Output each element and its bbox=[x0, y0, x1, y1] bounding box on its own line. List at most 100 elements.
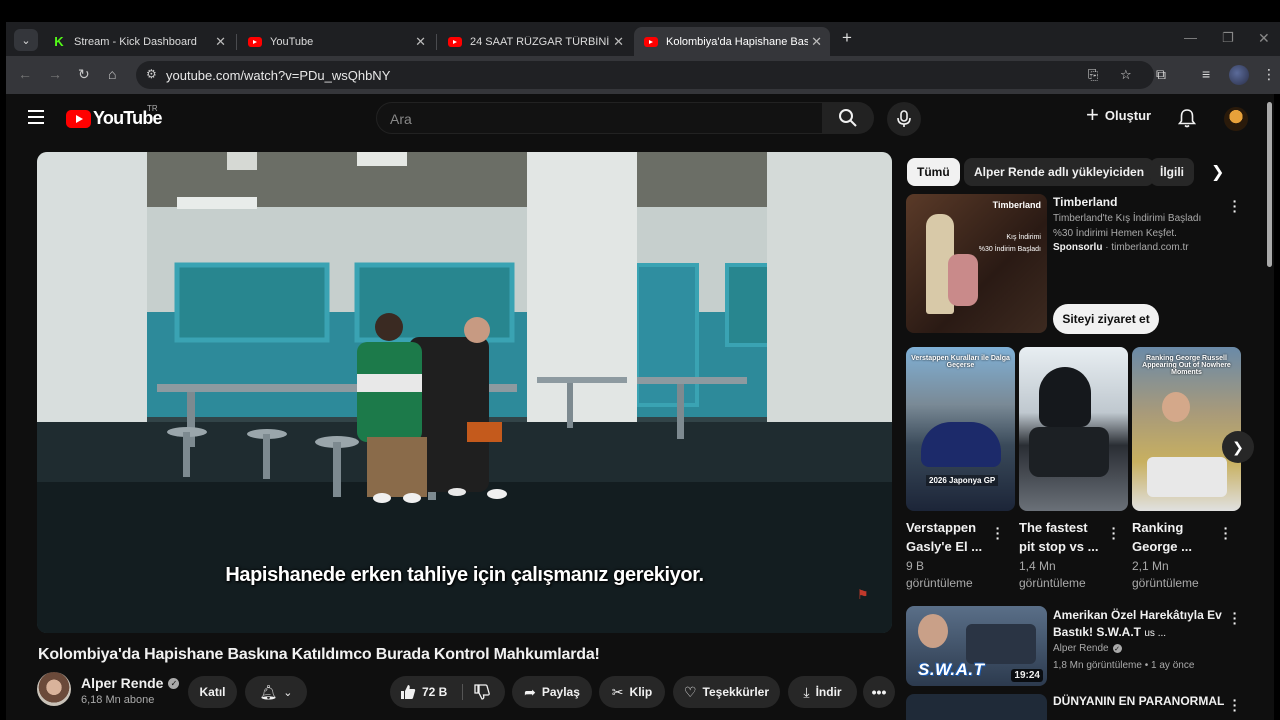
video-duration: 19:24 bbox=[1011, 669, 1043, 682]
channel-name-text: Alper Rende bbox=[81, 675, 164, 691]
chip-label: Alper Rende adlı yükleyiciden bbox=[974, 165, 1145, 179]
short-thumbnail[interactable] bbox=[1019, 347, 1128, 511]
like-button[interactable]: 72 B bbox=[400, 676, 447, 708]
voice-search-button[interactable] bbox=[887, 102, 921, 136]
search-icon bbox=[839, 109, 857, 127]
bookmark-star-icon[interactable]: ☆ bbox=[1120, 67, 1132, 83]
download-button[interactable]: ⤓ İndir bbox=[788, 676, 857, 708]
site-info-icon[interactable]: ⚙ bbox=[146, 67, 157, 81]
more-vertical-icon[interactable]: · · · bbox=[995, 521, 1001, 545]
short-title[interactable]: The fastest pit stop vs ... bbox=[1019, 518, 1099, 556]
video-frame bbox=[37, 152, 892, 633]
back-icon[interactable]: ← bbox=[18, 66, 32, 82]
short-caption: Ranking George Russell Appearing Out of … bbox=[1142, 355, 1231, 376]
chip-label: Tümü bbox=[917, 165, 950, 179]
bell-icon bbox=[1177, 109, 1197, 128]
close-icon[interactable]: ✕ bbox=[415, 34, 426, 50]
url-text: youtube.com/watch?v=PDu_wsQhbNY bbox=[166, 68, 391, 83]
related-video-title[interactable]: DÜNYANIN EN PARANORMAL bbox=[1053, 694, 1224, 708]
scissors-icon: ✂ bbox=[611, 683, 624, 700]
kick-icon: K bbox=[52, 34, 66, 49]
tab-kick-dashboard[interactable]: K Stream - Kick Dashboard ✕ bbox=[42, 27, 234, 56]
verified-icon: ✓ bbox=[1112, 644, 1122, 653]
ad-thumbnail[interactable]: Timberland Kış İndirimi %30 İndirim Başl… bbox=[906, 194, 1047, 333]
media-control-icon[interactable]: ≡ bbox=[1202, 66, 1210, 82]
channel-avatar[interactable] bbox=[37, 672, 71, 706]
helmet-shape bbox=[1039, 367, 1091, 427]
short-title[interactable]: Verstappen Gasly'e El ... bbox=[906, 518, 986, 556]
more-actions-button[interactable]: ••• bbox=[863, 676, 895, 708]
account-avatar[interactable] bbox=[1224, 107, 1248, 131]
video-thumbnail[interactable] bbox=[906, 694, 1047, 720]
short-title[interactable]: Ranking George ... bbox=[1132, 518, 1212, 556]
notifications-button[interactable] bbox=[1177, 108, 1197, 133]
related-video-title[interactable]: Amerikan Özel Harekâtıyla Ev Bastık! S.W… bbox=[1053, 607, 1223, 642]
join-label: Katıl bbox=[199, 685, 226, 699]
profile-avatar[interactable] bbox=[1229, 65, 1249, 85]
view-count: 1,8 Mn görüntüleme bbox=[1053, 660, 1142, 671]
more-vertical-icon[interactable]: · · · bbox=[1232, 194, 1238, 218]
scrollbar-thumb[interactable] bbox=[1267, 102, 1272, 267]
short-views: 1,4 Mn görüntüleme bbox=[1019, 559, 1086, 590]
more-vertical-icon[interactable]: · · · bbox=[1232, 693, 1238, 717]
minimize-icon[interactable]: — bbox=[1184, 30, 1197, 45]
more-horizontal-icon: ••• bbox=[871, 684, 887, 700]
chevron-right-icon[interactable]: ❯ bbox=[1211, 162, 1224, 182]
new-tab-button[interactable]: + bbox=[842, 28, 852, 48]
chip-from-uploader[interactable]: Alper Rende adlı yükleyiciden bbox=[964, 158, 1155, 186]
close-icon[interactable]: ✕ bbox=[811, 34, 822, 50]
create-label: Oluştur bbox=[1104, 107, 1152, 123]
menu-icon[interactable] bbox=[28, 110, 44, 124]
more-vertical-icon[interactable]: · · · bbox=[1232, 606, 1238, 630]
ad-thumb-line: Kış İndirimi bbox=[1006, 234, 1041, 241]
youtube-logo[interactable]: YouTube TR bbox=[66, 104, 163, 129]
youtube-page: YouTube TR Ara + Oluştur Hapishanede erk… bbox=[6, 94, 1274, 720]
close-icon[interactable]: ✕ bbox=[613, 34, 624, 50]
shorts-next-button[interactable]: ❯ bbox=[1222, 431, 1254, 463]
dislike-button[interactable] bbox=[474, 684, 490, 703]
clip-button[interactable]: ✂ Klip bbox=[599, 676, 665, 708]
install-app-icon[interactable]: ⎘ bbox=[1088, 67, 1098, 83]
search-input[interactable]: Ara bbox=[376, 102, 823, 134]
video-player[interactable]: Hapishanede erken tahliye için çalışmanı… bbox=[37, 152, 892, 633]
subscribed-notifications-button[interactable]: 🔔︎ ⌄ bbox=[245, 676, 307, 708]
scrollbar[interactable] bbox=[1266, 94, 1274, 720]
channel-watermark-icon[interactable]: ⚑ bbox=[857, 587, 869, 603]
video-subtitle: Hapishanede erken tahliye için çalışmanı… bbox=[225, 564, 704, 586]
address-bar[interactable]: ⚙ youtube.com/watch?v=PDu_wsQhbNY ⎘ ☆ bbox=[136, 61, 1154, 89]
thumbs-up-icon bbox=[401, 685, 416, 699]
driver-face bbox=[1162, 392, 1190, 422]
short-thumbnail[interactable]: Verstappen Kuralları ile Dalga Geçerse 2… bbox=[906, 347, 1015, 511]
reload-icon[interactable]: ↻ bbox=[78, 66, 90, 83]
bell-icon: 🔔︎ bbox=[259, 683, 278, 700]
video-thumbnail[interactable]: S.W.A.T 19:24 bbox=[906, 606, 1047, 686]
chip-all[interactable]: Tümü bbox=[907, 158, 960, 186]
thanks-button[interactable]: ♡ Teşekkürler bbox=[673, 676, 780, 708]
browser-menu-icon[interactable]: ⋮ bbox=[1262, 66, 1276, 83]
chip-label: İlgili bbox=[1160, 165, 1184, 179]
tab-youtube[interactable]: YouTube ✕ bbox=[238, 27, 434, 56]
close-icon[interactable]: ✕ bbox=[215, 34, 226, 50]
tab-ruzgar-turbini[interactable]: 24 SAAT RÜZGAR TÜRBİNİNDE ✕ bbox=[438, 27, 632, 56]
home-icon[interactable]: ⌂ bbox=[108, 66, 116, 82]
chip-related[interactable]: İlgili bbox=[1150, 158, 1194, 186]
tab-kolombiya-active[interactable]: Kolombiya'da Hapishane Baskını ✕ bbox=[634, 27, 830, 56]
join-button[interactable]: Katıl bbox=[188, 676, 237, 708]
share-button[interactable]: ➦ Paylaş bbox=[512, 676, 592, 708]
extensions-icon[interactable]: ⧉ bbox=[1156, 66, 1166, 83]
window-close-icon[interactable]: ✕ bbox=[1258, 30, 1270, 47]
tab-search-menu[interactable]: ⌄ bbox=[14, 29, 38, 51]
ad-thumb-brand: Timberland bbox=[992, 200, 1041, 210]
search-button[interactable] bbox=[822, 102, 874, 134]
share-icon: ➦ bbox=[524, 683, 536, 700]
restore-icon[interactable]: ❐ bbox=[1222, 30, 1234, 46]
channel-name[interactable]: Alper Rende ✓ bbox=[81, 675, 180, 691]
ad-title[interactable]: Timberland bbox=[1053, 195, 1117, 209]
forward-icon[interactable]: → bbox=[48, 66, 62, 82]
more-vertical-icon[interactable]: · · · bbox=[1111, 521, 1117, 545]
related-video-channel[interactable]: Alper Rende ✓ bbox=[1053, 643, 1122, 654]
more-vertical-icon[interactable]: · · · bbox=[1223, 521, 1229, 545]
create-button[interactable]: + Oluştur bbox=[1086, 104, 1152, 126]
short-thumbnail[interactable]: Ranking George Russell Appearing Out of … bbox=[1132, 347, 1241, 511]
visit-site-button[interactable]: Siteyi ziyaret et bbox=[1053, 304, 1159, 334]
